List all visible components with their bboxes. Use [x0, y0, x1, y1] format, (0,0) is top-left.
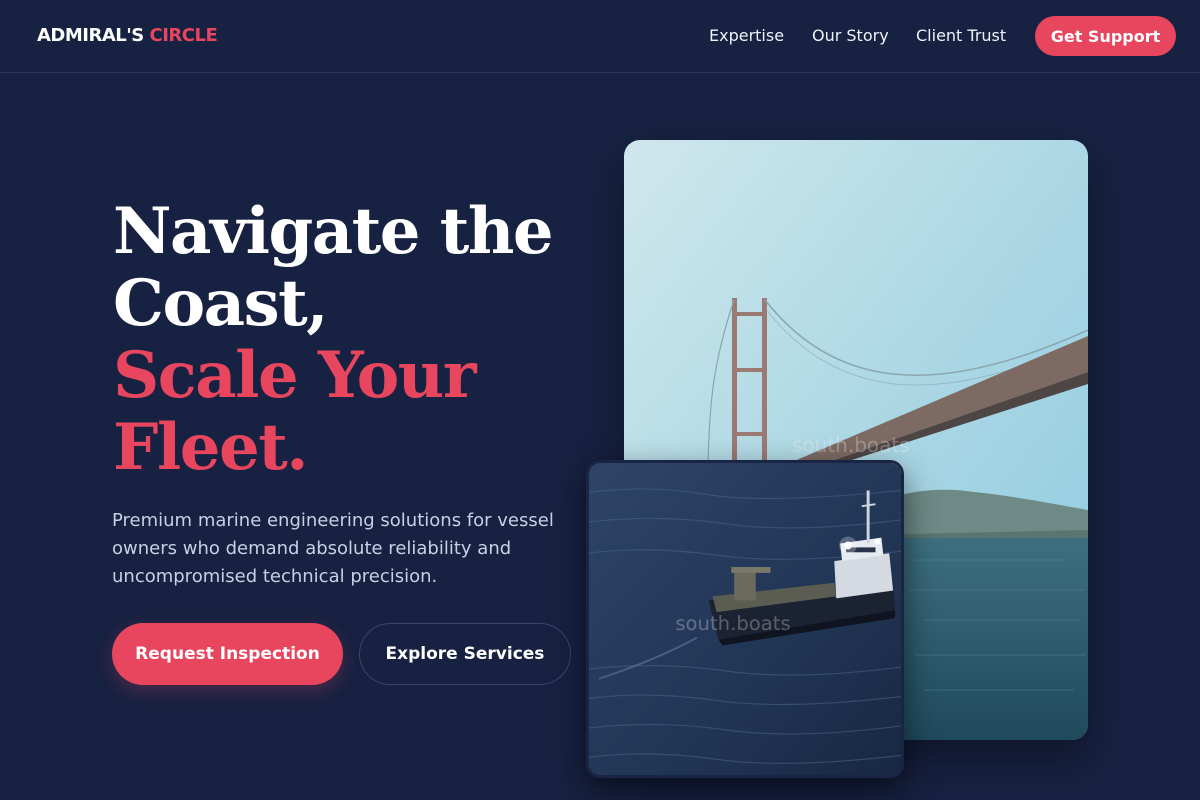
get-support-button[interactable]: Get Support — [1035, 16, 1176, 56]
nav-link-client-trust[interactable]: Client Trust — [916, 26, 1006, 46]
bridge-watermark: south.boats — [792, 433, 910, 457]
brand-logo[interactable]: ADMIRAL'S CIRCLE — [37, 25, 218, 47]
request-inspection-button[interactable]: Request Inspection — [112, 623, 343, 685]
headline-line-2: Coast, — [113, 266, 328, 341]
nav-link-expertise[interactable]: Expertise — [709, 26, 784, 46]
headline-line-1: Navigate the — [113, 194, 554, 269]
boat-photo-illustration: south.boats — [589, 463, 901, 775]
boat-watermark: south.boats — [675, 612, 790, 635]
logo-text-primary: ADMIRAL'S — [37, 25, 144, 46]
nav-link-our-story[interactable]: Our Story — [812, 26, 889, 46]
headline-accent-line-2: Fleet. — [113, 410, 309, 485]
hero-description: Premium marine engineering solutions for… — [112, 510, 554, 587]
boat-photo: south.boats — [586, 460, 904, 778]
explore-services-button[interactable]: Explore Services — [359, 623, 571, 685]
logo-text-accent: CIRCLE — [149, 25, 218, 46]
headline-accent-line-1: Scale Your — [113, 338, 477, 413]
top-navigation-bar: ADMIRAL'S CIRCLE Expertise Our Story Cli… — [0, 0, 1200, 73]
hero-headline: Navigate the Coast, Scale Your Fleet. — [113, 194, 554, 485]
